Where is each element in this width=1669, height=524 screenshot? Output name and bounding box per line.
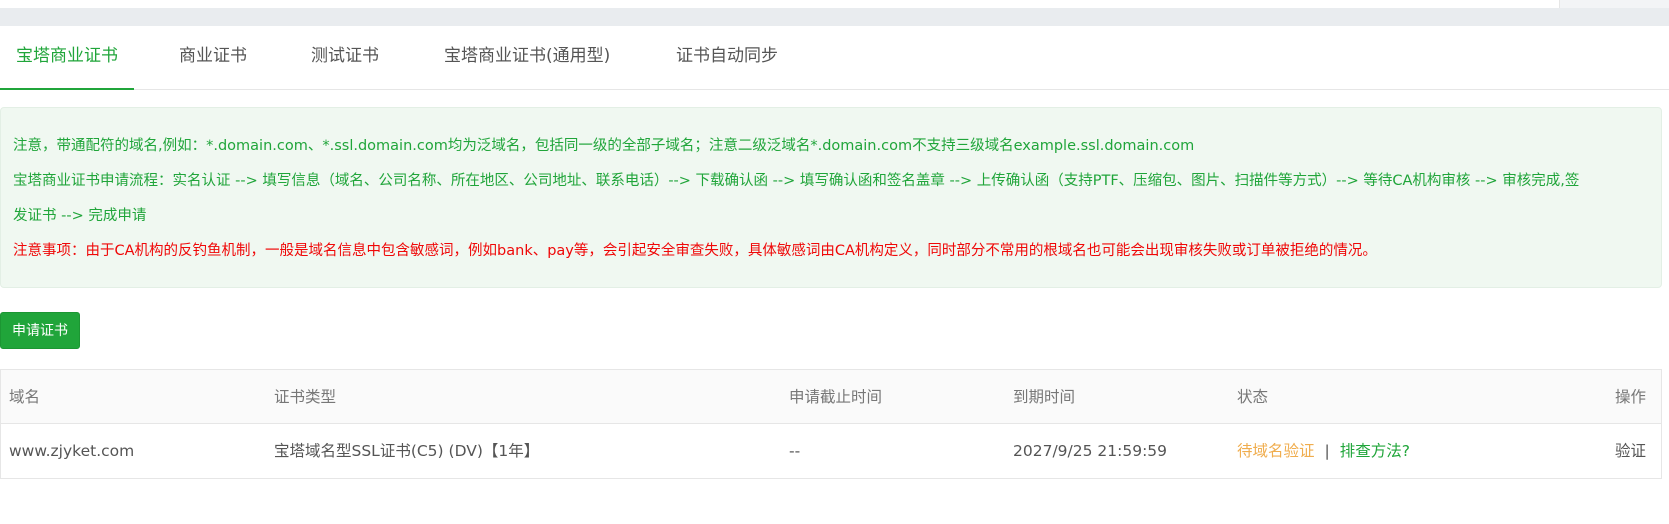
notice-wildcard-text: 注意，带通配符的域名,例如：*.domain.com、*.ssl.domain.…: [13, 138, 1195, 154]
header-domain[interactable]: 域名: [9, 370, 40, 424]
cell-cert-type: 宝塔域名型SSL证书(C5) (DV)【1年】: [274, 442, 540, 460]
status-pending-domain-verify[interactable]: 待域名验证: [1237, 442, 1315, 460]
header-action: 操作: [1614, 388, 1646, 406]
tab-test-cert[interactable]: 测试证书: [311, 26, 379, 90]
notice-box: 注意，带通配符的域名,例如：*.domain.com、*.ssl.domain.…: [0, 107, 1662, 288]
table-header: 域名 证书类型 申请截止时间 到期时间 状态 操作: [1, 370, 1661, 424]
top-bar: [0, 8, 1669, 26]
tab-baota-commercial-cert[interactable]: 宝塔商业证书: [0, 26, 134, 90]
tab-baota-commercial-cert-general[interactable]: 宝塔商业证书(通用型): [444, 26, 610, 90]
cell-domain: www.zjyket.com: [9, 442, 135, 460]
header-status[interactable]: 状态: [1237, 370, 1268, 424]
header-deadline[interactable]: 申请截止时间: [789, 370, 882, 424]
cert-table: 域名 证书类型 申请截止时间 到期时间 状态 操作 www.zjyket.com…: [0, 369, 1662, 479]
apply-cert-button[interactable]: 申请证书: [0, 312, 80, 349]
cell-deadline: --: [789, 442, 801, 460]
verify-link[interactable]: 验证: [1615, 424, 1646, 478]
tab-bar: 宝塔商业证书 商业证书 测试证书 宝塔商业证书(通用型) 证书自动同步: [0, 26, 1669, 90]
status-separator: |: [1324, 442, 1330, 460]
table-row: www.zjyket.com 宝塔域名型SSL证书(C5) (DV)【1年】 -…: [1, 424, 1661, 478]
header-cert-type[interactable]: 证书类型: [274, 370, 336, 424]
tab-cert-auto-sync[interactable]: 证书自动同步: [676, 26, 778, 90]
notice-warning-text: 注意事项：由于CA机构的反钓鱼机制，一般是域名信息中包含敏感词，例如bank、p…: [13, 243, 1377, 259]
header-expiry[interactable]: 到期时间: [1013, 370, 1075, 424]
notice-process-text-cont: 发证书 --> 完成申请: [13, 208, 147, 224]
tab-commercial-cert[interactable]: 商业证书: [179, 26, 247, 90]
top-strip: [0, 0, 1669, 8]
cell-status: 待域名验证 | 排查方法?: [1237, 424, 1410, 478]
cell-expiry: 2027/9/25 21:59:59: [1013, 442, 1168, 460]
troubleshoot-link[interactable]: 排查方法?: [1340, 442, 1410, 460]
top-bar-corner: [1559, 0, 1669, 8]
notice-process-text: 宝塔商业证书申请流程：实名认证 --> 填写信息（域名、公司名称、所在地区、公司…: [13, 173, 1580, 189]
